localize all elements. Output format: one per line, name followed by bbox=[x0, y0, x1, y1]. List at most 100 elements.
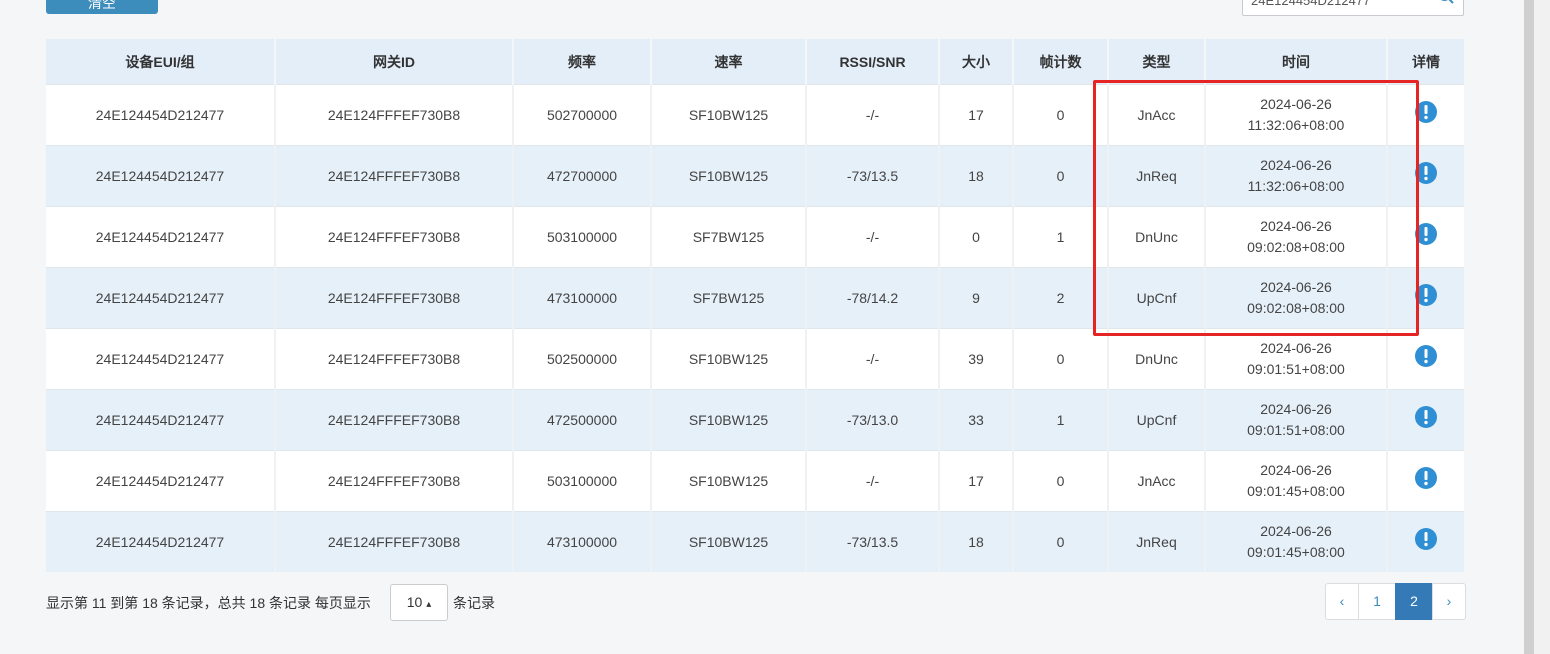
time-date: 2024-06-26 bbox=[1260, 523, 1332, 539]
table-row: 24E124454D212477 24E124FFFEF730B8 50310000… bbox=[46, 206, 1464, 268]
cell-time: 2024-06-26 09:02:08+08:00 bbox=[1205, 267, 1388, 329]
info-icon[interactable] bbox=[1414, 283, 1438, 313]
cell-details bbox=[1387, 450, 1464, 512]
header-type[interactable]: 类型 bbox=[1108, 39, 1206, 85]
cell-time: 2024-06-26 09:01:45+08:00 bbox=[1205, 450, 1388, 512]
scrollbar[interactable] bbox=[1524, 0, 1550, 654]
cell-gateway: 24E124FFFEF730B8 bbox=[275, 389, 514, 451]
info-icon[interactable] bbox=[1414, 405, 1438, 435]
prev-page-button[interactable]: ‹ bbox=[1325, 583, 1359, 620]
cell-size: 18 bbox=[939, 145, 1014, 207]
cell-eui: 24E124454D212477 bbox=[46, 206, 276, 268]
cell-gateway: 24E124FFFEF730B8 bbox=[275, 145, 514, 207]
cell-size: 18 bbox=[939, 511, 1014, 572]
scrollbar-track[interactable] bbox=[1524, 0, 1534, 654]
time-clock: 11:32:06+08:00 bbox=[1247, 178, 1345, 194]
cell-rssi-snr: -/- bbox=[806, 84, 940, 146]
time-date: 2024-06-26 bbox=[1260, 462, 1332, 478]
cell-rate: SF10BW125 bbox=[651, 145, 807, 207]
cell-rssi-snr: -/- bbox=[806, 206, 940, 268]
cell-gateway: 24E124FFFEF730B8 bbox=[275, 267, 514, 329]
frames-table: 设备EUI/组 网关ID 频率 速率 RSSI/SNR 大小 帧计数 类型 时间… bbox=[46, 39, 1464, 572]
page-size-select[interactable]: 10 ▴ bbox=[390, 584, 448, 621]
cell-eui: 24E124454D212477 bbox=[46, 389, 276, 451]
info-icon[interactable] bbox=[1414, 161, 1438, 191]
cell-frequency: 473100000 bbox=[513, 267, 652, 329]
time-date: 2024-06-26 bbox=[1260, 157, 1332, 173]
time-date: 2024-06-26 bbox=[1260, 401, 1332, 417]
table-row: 24E124454D212477 24E124FFFEF730B8 50310000… bbox=[46, 450, 1464, 512]
info-icon[interactable] bbox=[1414, 466, 1438, 496]
page-2-button[interactable]: 2 bbox=[1395, 583, 1433, 620]
search-input[interactable] bbox=[1251, 0, 1431, 10]
cell-details bbox=[1387, 389, 1464, 451]
cell-details bbox=[1387, 511, 1464, 572]
table-row: 24E124454D212477 24E124FFFEF730B8 47250000… bbox=[46, 389, 1464, 451]
cell-frequency: 503100000 bbox=[513, 206, 652, 268]
cell-frequency: 502500000 bbox=[513, 328, 652, 390]
header-frame-count[interactable]: 帧计数 bbox=[1013, 39, 1109, 85]
cell-rssi-snr: -73/13.5 bbox=[806, 511, 940, 572]
header-gateway[interactable]: 网关ID bbox=[275, 39, 514, 85]
time-clock: 09:02:08+08:00 bbox=[1247, 239, 1345, 255]
header-time[interactable]: 时间 bbox=[1205, 39, 1388, 85]
pagination-suffix: 条记录 bbox=[453, 595, 495, 611]
cell-frequency: 502700000 bbox=[513, 84, 652, 146]
cell-rssi-snr: -/- bbox=[806, 450, 940, 512]
clear-button[interactable]: 清空 bbox=[46, 0, 158, 14]
pagination: ‹ 1 2 › bbox=[1325, 583, 1466, 620]
cell-details bbox=[1387, 84, 1464, 146]
caret-up-icon: ▴ bbox=[426, 599, 432, 610]
cell-frequency: 473100000 bbox=[513, 511, 652, 572]
cell-size: 17 bbox=[939, 450, 1014, 512]
cell-time: 2024-06-26 11:32:06+08:00 bbox=[1205, 84, 1388, 146]
header-size[interactable]: 大小 bbox=[939, 39, 1014, 85]
cell-frame-count: 0 bbox=[1013, 145, 1109, 207]
cell-size: 33 bbox=[939, 389, 1014, 451]
time-clock: 09:02:08+08:00 bbox=[1247, 300, 1345, 316]
search-box[interactable] bbox=[1242, 0, 1464, 16]
cell-rate: SF10BW125 bbox=[651, 389, 807, 451]
time-date: 2024-06-26 bbox=[1260, 279, 1332, 295]
header-eui[interactable]: 设备EUI/组 bbox=[46, 39, 276, 85]
info-icon[interactable] bbox=[1414, 100, 1438, 130]
cell-frame-count: 0 bbox=[1013, 450, 1109, 512]
cell-rssi-snr: -/- bbox=[806, 328, 940, 390]
search-icon[interactable] bbox=[1437, 0, 1455, 10]
header-rssi-snr[interactable]: RSSI/SNR bbox=[806, 39, 940, 85]
header-rate[interactable]: 速率 bbox=[651, 39, 807, 85]
cell-rate: SF10BW125 bbox=[651, 84, 807, 146]
time-clock: 09:01:51+08:00 bbox=[1247, 361, 1345, 377]
cell-time: 2024-06-26 09:02:08+08:00 bbox=[1205, 206, 1388, 268]
cell-details bbox=[1387, 206, 1464, 268]
cell-rssi-snr: -78/14.2 bbox=[806, 267, 940, 329]
cell-rate: SF7BW125 bbox=[651, 267, 807, 329]
cell-details bbox=[1387, 328, 1464, 390]
page-size-value: 10 bbox=[406, 594, 423, 610]
info-icon[interactable] bbox=[1414, 344, 1438, 374]
cell-frequency: 503100000 bbox=[513, 450, 652, 512]
cell-gateway: 24E124FFFEF730B8 bbox=[275, 84, 514, 146]
cell-rate: SF10BW125 bbox=[651, 450, 807, 512]
cell-type: JnReq bbox=[1108, 145, 1206, 207]
table-row: 24E124454D212477 24E124FFFEF730B8 47310000… bbox=[46, 511, 1464, 572]
info-icon[interactable] bbox=[1414, 527, 1438, 557]
cell-type: DnUnc bbox=[1108, 328, 1206, 390]
next-page-button[interactable]: › bbox=[1432, 583, 1466, 620]
time-date: 2024-06-26 bbox=[1260, 218, 1332, 234]
cell-size: 0 bbox=[939, 206, 1014, 268]
page-1-button[interactable]: 1 bbox=[1358, 583, 1396, 620]
cell-frame-count: 0 bbox=[1013, 328, 1109, 390]
cell-rate: SF10BW125 bbox=[651, 511, 807, 572]
pagination-summary: 显示第 11 到第 18 条记录，总共 18 条记录 每页显示 bbox=[46, 595, 371, 611]
cell-type: UpCnf bbox=[1108, 389, 1206, 451]
cell-frame-count: 0 bbox=[1013, 511, 1109, 572]
cell-size: 9 bbox=[939, 267, 1014, 329]
header-frequency[interactable]: 频率 bbox=[513, 39, 652, 85]
info-icon[interactable] bbox=[1414, 222, 1438, 252]
cell-gateway: 24E124FFFEF730B8 bbox=[275, 450, 514, 512]
cell-frame-count: 0 bbox=[1013, 84, 1109, 146]
cell-time: 2024-06-26 09:01:45+08:00 bbox=[1205, 511, 1388, 572]
time-date: 2024-06-26 bbox=[1260, 340, 1332, 356]
cell-size: 39 bbox=[939, 328, 1014, 390]
